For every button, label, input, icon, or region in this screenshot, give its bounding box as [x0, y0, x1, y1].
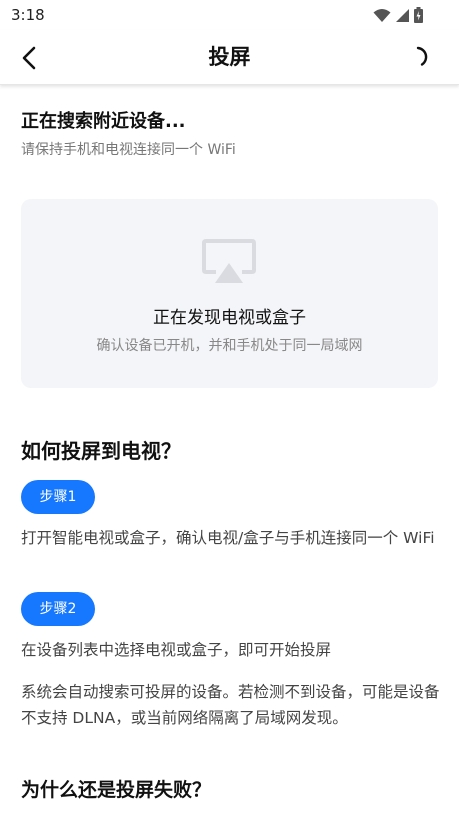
page-title: 投屏 [208, 45, 251, 69]
why-fail-heading[interactable]: 为什么还是投屏失败？ [21, 775, 211, 802]
discovery-note: 系统会自动搜索可投屏的设备。若检测不到设备，可能是设备不支持 DLNA，或当前网… [21, 683, 440, 727]
status-bar: 3:18 [0, 0, 459, 30]
device-discovery-card: 正在发现电视或盒子 确认设备已开机，并和手机处于同一局域网 [21, 199, 438, 388]
airplay-icon [202, 239, 256, 283]
step-1-badge[interactable]: 步骤1 [21, 480, 95, 514]
step-2-badge[interactable]: 步骤2 [21, 592, 95, 626]
howto-heading: 如何投屏到电视？ [21, 439, 181, 463]
loading-spinner-icon [416, 46, 428, 66]
wifi-icon [373, 8, 391, 22]
discovery-title: 正在发现电视或盒子 [153, 308, 306, 328]
refresh-button[interactable] [405, 44, 431, 70]
step-2-text: 在设备列表中选择电视或盒子，即可开始投屏 [21, 641, 332, 659]
battery-charging-icon [414, 7, 423, 23]
signal-icon [396, 8, 409, 22]
status-time: 3:18 [11, 6, 45, 24]
status-icons [373, 7, 423, 23]
step-1-text: 打开智能电视或盒子，确认电视/盒子与手机连接同一个 WiFi [21, 529, 435, 547]
searching-title: 正在搜索附近设备... [21, 111, 186, 132]
app-bar: 投屏 [0, 30, 459, 85]
searching-subtitle: 请保持手机和电视连接同一个 WiFi [21, 142, 236, 158]
discovery-subtitle: 确认设备已开机，并和手机处于同一局域网 [96, 338, 363, 354]
